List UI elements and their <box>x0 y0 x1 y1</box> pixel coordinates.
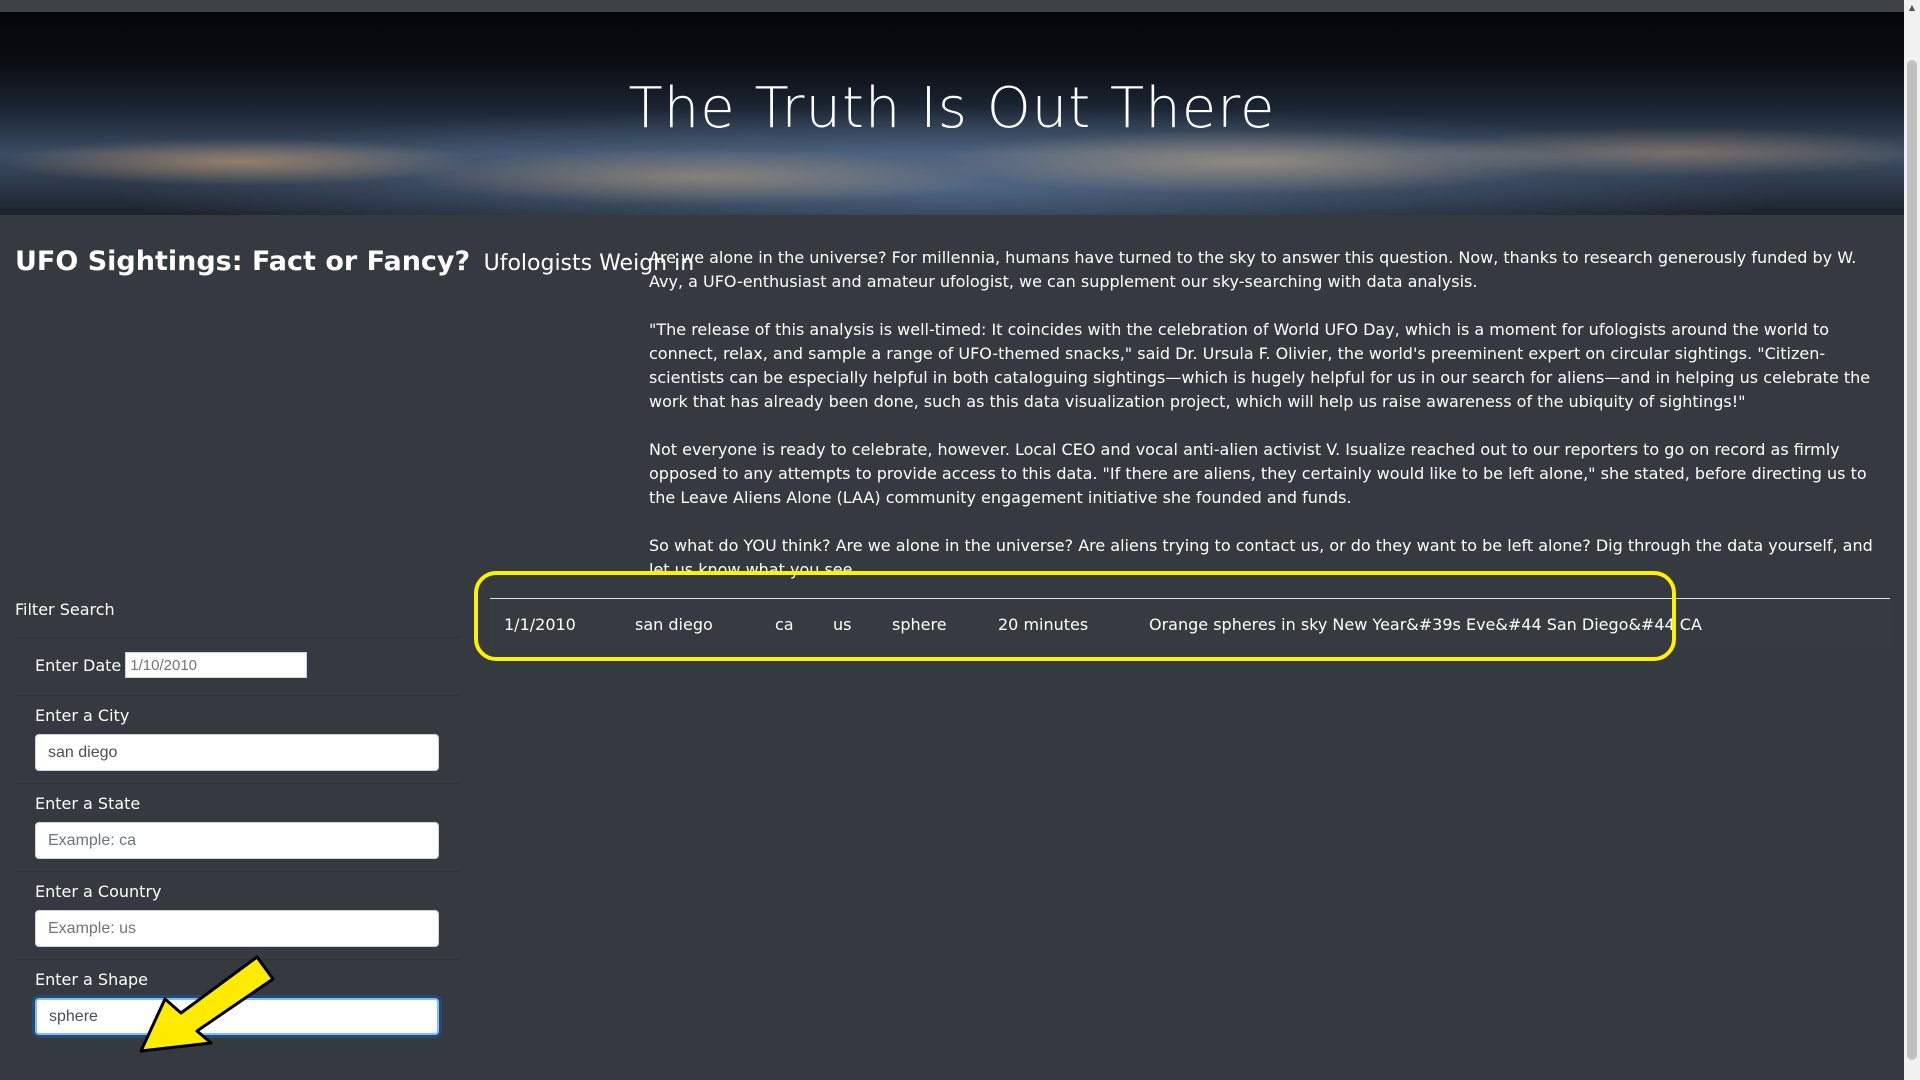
article-paragraph: So what do YOU think? Are we alone in th… <box>649 536 1873 579</box>
filter-panel: Enter Date Enter a City Enter a State En… <box>15 637 461 1047</box>
country-label: Enter a Country <box>35 882 162 901</box>
results-table: 1/1/2010 san diego ca us sphere 20 minut… <box>490 598 1890 649</box>
country-filter-group: Enter a Country <box>15 871 461 959</box>
state-label: Enter a State <box>35 794 141 813</box>
cell-shape: sphere <box>892 614 947 634</box>
date-filter-group: Enter Date <box>15 637 461 695</box>
page-headline: UFO Sightings: Fact or Fancy? Ufologists… <box>15 246 694 277</box>
filter-search-title: Filter Search <box>15 600 115 619</box>
scrollbar-thumb[interactable] <box>1907 60 1917 1060</box>
state-input[interactable] <box>35 822 439 859</box>
cell-datetime: 1/1/2010 <box>504 614 576 634</box>
top-bar <box>0 0 1904 12</box>
article-paragraph: Not everyone is ready to celebrate, howe… <box>649 440 1867 507</box>
city-input[interactable] <box>35 734 439 771</box>
cell-city: san diego <box>635 614 713 634</box>
headline-main: UFO Sightings: Fact or Fancy? <box>15 246 471 277</box>
article-paragraph: Are we alone in the universe? For millen… <box>649 248 1857 291</box>
cell-comments: Orange spheres in sky New Year&#39s Eve&… <box>1149 614 1702 634</box>
article-paragraph: "The release of this analysis is well-ti… <box>649 320 1871 411</box>
city-label: Enter a City <box>35 706 130 725</box>
table-row: 1/1/2010 san diego ca us sphere 20 minut… <box>490 599 1890 649</box>
shape-filter-group: Enter a Shape <box>15 959 461 1047</box>
city-filter-group: Enter a City <box>15 695 461 783</box>
shape-input[interactable] <box>35 998 439 1035</box>
date-label: Enter Date <box>35 655 122 675</box>
cell-duration: 20 minutes <box>998 614 1089 634</box>
cell-country: us <box>833 614 852 634</box>
state-filter-group: Enter a State <box>15 783 461 871</box>
date-input[interactable] <box>125 652 308 678</box>
hero-title: The Truth Is Out There <box>628 76 1276 141</box>
shape-label: Enter a Shape <box>35 970 149 989</box>
country-input[interactable] <box>35 910 439 947</box>
scroll-up-icon[interactable]: ▲ <box>1904 0 1920 16</box>
hero-banner: The Truth Is Out There <box>0 12 1904 215</box>
article-body: Are we alone in the universe? For millen… <box>649 246 1889 606</box>
cell-state: ca <box>775 614 794 634</box>
vertical-scrollbar[interactable]: ▲ <box>1904 0 1920 1080</box>
